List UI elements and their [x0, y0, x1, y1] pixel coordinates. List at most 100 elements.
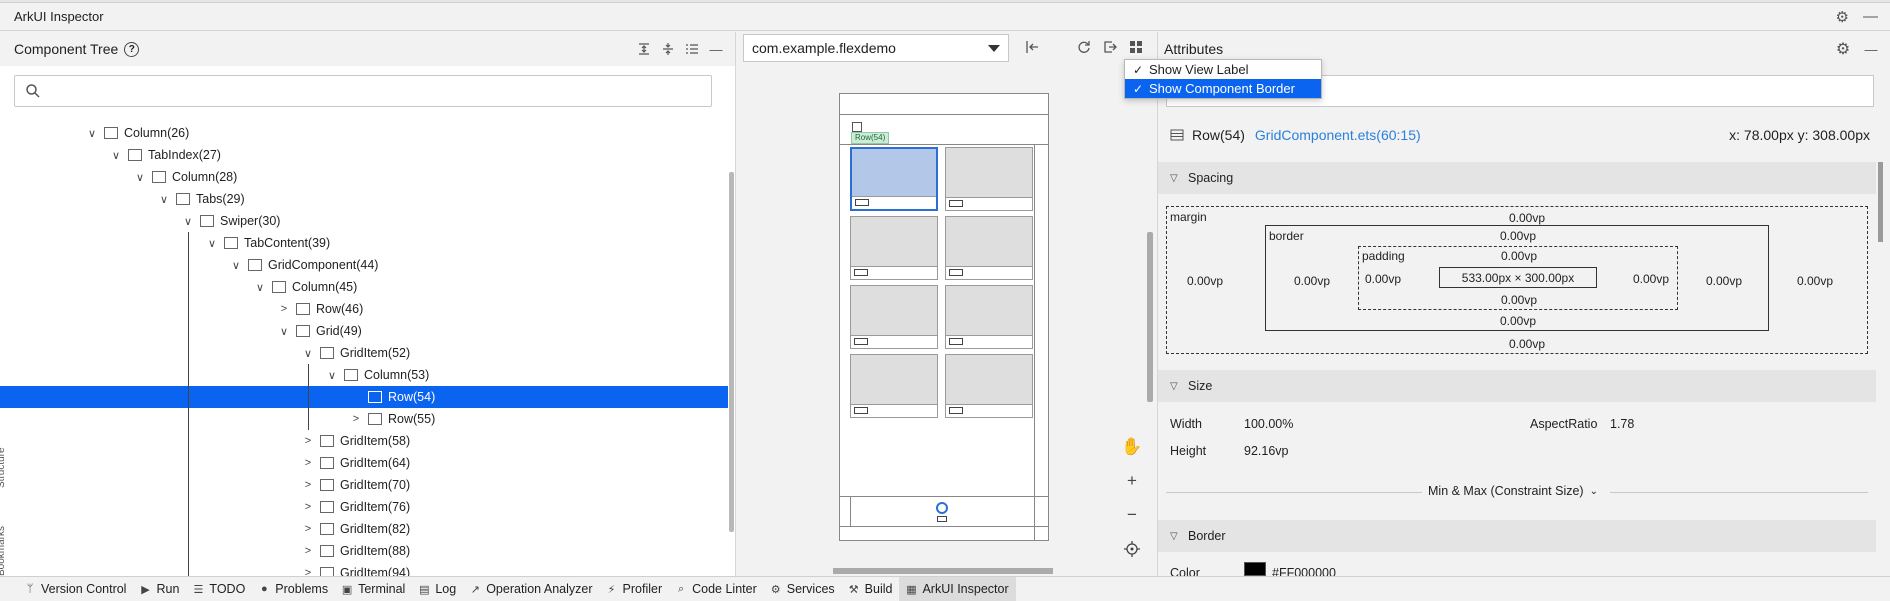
tree-node[interactable]: ∨ Tabs(29) — [0, 188, 728, 210]
tree-scrollbar[interactable] — [729, 172, 734, 532]
grid-cell[interactable] — [850, 354, 938, 418]
toolbar-tab-profiler[interactable]: ⚡ Profiler — [600, 577, 670, 601]
hide-panel-icon[interactable]: — — [1862, 40, 1880, 58]
preview-vscrollbar[interactable] — [1147, 232, 1153, 402]
export-icon[interactable] — [1101, 38, 1119, 56]
chevron-down-icon[interactable]: ∨ — [252, 281, 268, 294]
grid-cell[interactable] — [945, 147, 1033, 211]
collapse-all-icon[interactable] — [659, 40, 677, 58]
chevron-right-icon[interactable]: > — [300, 567, 316, 576]
tree-node[interactable]: > GridItem(76) — [0, 496, 728, 518]
tree-node[interactable]: ∨ Swiper(30) — [0, 210, 728, 232]
tree-node[interactable]: > GridItem(58) — [0, 430, 728, 452]
chevron-down-icon[interactable]: ∨ — [156, 193, 172, 206]
chevron-right-icon[interactable]: > — [300, 545, 316, 557]
source-link[interactable]: GridComponent.ets(60:15) — [1255, 127, 1421, 143]
side-tab-bookmarks[interactable]: Bookmarks — [0, 510, 10, 576]
chevron-down-icon[interactable]: ∨ — [228, 259, 244, 272]
tree-node[interactable]: ∨ Column(28) — [0, 166, 728, 188]
component-search-input[interactable] — [14, 75, 712, 107]
constraint-size-toggle[interactable]: Min & Max (Constraint Size) ⌄ — [1428, 484, 1598, 498]
device-preview[interactable]: Row(54) — [839, 93, 1049, 541]
help-icon[interactable]: ? — [124, 41, 140, 57]
grid-cell[interactable] — [850, 216, 938, 280]
toolbar-tab-todo[interactable]: ☰ TODO — [186, 577, 252, 601]
tab-home-icon[interactable] — [936, 502, 948, 514]
tree-node[interactable]: ∨ Column(26) — [0, 122, 728, 144]
chevron-down-icon[interactable]: ∨ — [132, 171, 148, 184]
tree-node[interactable]: Row(54) — [0, 386, 728, 408]
toolbar-tab-build[interactable]: ⚒ Build — [842, 577, 900, 601]
tree-node[interactable]: > GridItem(94) — [0, 562, 728, 576]
chevron-down-icon[interactable]: ∨ — [84, 127, 100, 140]
refresh-icon[interactable] — [1075, 38, 1093, 56]
zoom-in-icon[interactable]: + — [1119, 468, 1145, 494]
menu-item-show-view-label[interactable]: ✓ Show View Label — [1125, 60, 1321, 79]
padding-box: padding 0.00vp 0.00vp 0.00vp 0.00vp 533.… — [1358, 246, 1678, 310]
tree-node[interactable]: ∨ Grid(49) — [0, 320, 728, 342]
tree-node[interactable]: ∨ Column(53) — [0, 364, 728, 386]
view-options-icon[interactable] — [1127, 38, 1145, 56]
chevron-right-icon[interactable]: > — [300, 435, 316, 447]
tree-node[interactable]: > Row(46) — [0, 298, 728, 320]
grid-cell[interactable] — [945, 285, 1033, 349]
toolbar-tab-problems[interactable]: ● Problems — [252, 577, 335, 601]
grid-cell[interactable] — [850, 285, 938, 349]
chevron-right-icon[interactable]: > — [300, 457, 316, 469]
toolbar-tab-version-control[interactable]: ᛘ Version Control — [18, 577, 133, 601]
locate-icon[interactable] — [1119, 536, 1145, 562]
gear-icon[interactable]: ⚙ — [1836, 8, 1849, 26]
toolbar-tab-services[interactable]: ⚙ Services — [764, 577, 842, 601]
tree-node[interactable]: ∨ TabIndex(27) — [0, 144, 728, 166]
size-section-header[interactable]: ▽ Size — [1158, 370, 1876, 402]
chevron-right-icon[interactable]: > — [348, 413, 364, 425]
tree-node[interactable]: ∨ GridItem(52) — [0, 342, 728, 364]
tree-node[interactable]: > Row(55) — [0, 408, 728, 430]
chevron-right-icon[interactable]: > — [300, 479, 316, 491]
toolbar-tab-run[interactable]: ▶ Run — [133, 577, 186, 601]
border-section-header[interactable]: ▽ Border — [1158, 520, 1876, 552]
tree-node[interactable]: ∨ Column(45) — [0, 276, 728, 298]
side-tab-structure[interactable]: Structure — [0, 432, 10, 488]
tree-node-label: GridComponent(44) — [268, 258, 379, 272]
tree-node[interactable]: > GridItem(64) — [0, 452, 728, 474]
tree-node[interactable]: > GridItem(82) — [0, 518, 728, 540]
package-select[interactable]: com.example.flexdemo — [743, 34, 1009, 62]
toolbar-tab-code-linter[interactable]: ⌕ Code Linter — [669, 577, 764, 601]
toolbar-tab-terminal[interactable]: ▣ Terminal — [335, 577, 412, 601]
tree-node[interactable]: ∨ TabContent(39) — [0, 232, 728, 254]
hide-panel-icon[interactable]: — — [707, 40, 725, 58]
branch-icon: ᛘ — [26, 583, 34, 595]
gear-icon[interactable]: ⚙ — [1834, 40, 1852, 58]
chevron-down-icon[interactable]: ∨ — [180, 215, 196, 228]
chevron-down-icon[interactable]: ∨ — [276, 325, 292, 338]
attributes-scrollbar[interactable] — [1878, 162, 1883, 242]
hand-icon[interactable]: ✋ — [1119, 434, 1145, 460]
chevron-down-icon[interactable]: ∨ — [300, 347, 316, 360]
toolbar-tab-log[interactable]: ▤ Log — [412, 577, 463, 601]
row-icon — [296, 303, 310, 315]
menu-item-show-component-border[interactable]: ✓ Show Component Border — [1125, 79, 1321, 98]
chevron-right-icon[interactable]: > — [300, 523, 316, 535]
grid-cell-selected[interactable] — [850, 147, 938, 211]
chevron-right-icon[interactable]: > — [276, 303, 292, 315]
toolbar-tab-operation-analyzer[interactable]: ↗ Operation Analyzer — [463, 577, 599, 601]
chevron-right-icon[interactable]: > — [300, 501, 316, 513]
preview-hscrollbar[interactable] — [833, 568, 1053, 574]
chevron-down-icon[interactable]: ∨ — [204, 237, 220, 250]
minimize-icon[interactable]: — — [1863, 8, 1878, 26]
dock-left-icon[interactable] — [1023, 38, 1041, 56]
chevron-down-icon[interactable]: ∨ — [108, 149, 124, 162]
spacing-section-header[interactable]: ▽ Spacing — [1158, 162, 1876, 194]
zoom-out-icon[interactable]: − — [1119, 502, 1145, 528]
color-swatch[interactable] — [1244, 562, 1266, 576]
grid-cell[interactable] — [945, 354, 1033, 418]
expand-all-icon[interactable] — [635, 40, 653, 58]
tree-node[interactable]: ∨ GridComponent(44) — [0, 254, 728, 276]
toolbar-tab-arkui-inspector[interactable]: ▦ ArkUI Inspector — [899, 576, 1016, 601]
list-icon[interactable] — [683, 40, 701, 58]
tree-node[interactable]: > GridItem(88) — [0, 540, 728, 562]
grid-cell[interactable] — [945, 216, 1033, 280]
chevron-down-icon[interactable]: ∨ — [324, 369, 340, 382]
tree-node[interactable]: > GridItem(70) — [0, 474, 728, 496]
